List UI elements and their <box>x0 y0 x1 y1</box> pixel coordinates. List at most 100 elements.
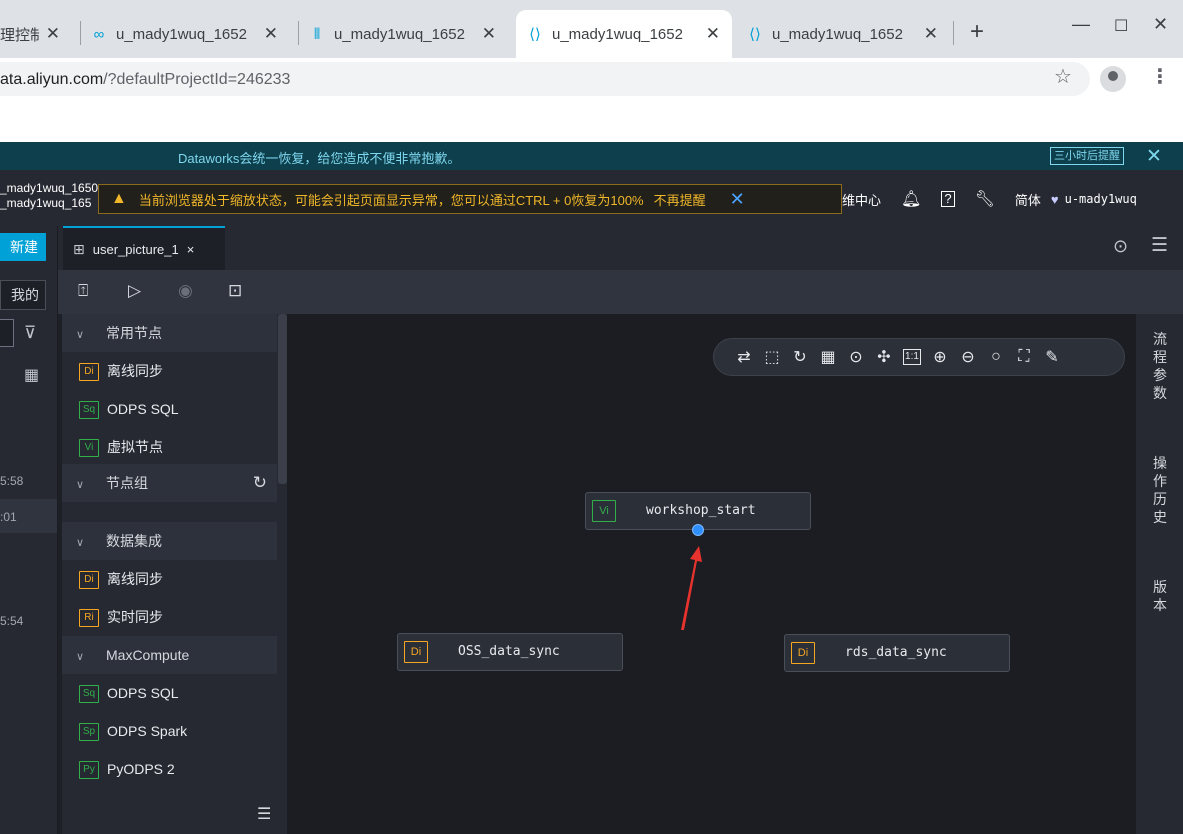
close-icon[interactable]: ✕ <box>482 24 496 44</box>
help-icon[interactable]: ? <box>941 191 955 207</box>
group-common-nodes[interactable]: ∨ 常用节点 <box>62 314 277 352</box>
url-host: ata.aliyun.com <box>0 71 104 88</box>
user-name[interactable]: u-mady1wuq <box>1065 192 1137 206</box>
browser-tab-1[interactable]: 理控制 ✕ <box>0 14 72 54</box>
workflow-toolbar: ⍐ ▷ ◉ ⊡ <box>58 270 1183 314</box>
language-switch[interactable]: 简体 <box>1015 190 1041 209</box>
item-label: 虚拟节点 <box>107 439 163 455</box>
refresh-icon[interactable]: ↻ <box>253 464 267 502</box>
remind-later-button[interactable]: 三小时后提醒 <box>1050 147 1124 165</box>
left-directory-strip: 新建 我的 ⊽ ▦ 5:58 :01 5:54 <box>0 226 58 834</box>
bars-icon: ⦀ <box>313 25 321 43</box>
list-item[interactable]: Di 离线同步 <box>62 560 277 598</box>
filter-icon[interactable]: ⊽ <box>24 323 36 343</box>
list-item[interactable]: Sq ODPS SQL <box>62 390 277 428</box>
list-item[interactable]: Ri 实时同步 <box>62 598 277 636</box>
project-name-line1: _mady1wuq_1650000 <box>0 181 98 196</box>
document-tab-bar: ⊞ user_picture_1 × ⊙ ☰ <box>58 226 1183 270</box>
browser-menu-icon[interactable]: ⋮ <box>1150 64 1170 89</box>
url-text[interactable]: ata.aliyun.com/?defaultProjectId=246233 <box>0 71 290 89</box>
list-item[interactable]: Sq ODPS SQL <box>62 674 277 712</box>
submit-icon[interactable]: ⍐ <box>78 281 88 301</box>
run-to-node-icon[interactable]: ⊡ <box>228 281 242 301</box>
group-node-groups[interactable]: ∨ 节点组 ↻ <box>62 464 277 502</box>
profile-avatar-icon[interactable] <box>1100 66 1126 92</box>
close-icon[interactable]: ✕ <box>706 24 720 44</box>
workflow-canvas[interactable]: ⇄ ⬚ ↻ ▦ ⊙ ✣ 1:1 ⊕ ⊖ ○ ⛶ ✎ Vi workshop_st… <box>287 314 1136 834</box>
list-item[interactable]: Py PyODPS 2 <box>62 750 277 788</box>
window-close-icon[interactable]: ✕ <box>1153 14 1168 35</box>
search-input[interactable] <box>0 319 14 347</box>
operation-history-tab[interactable]: 操作历史 <box>1150 454 1170 526</box>
item-label: 离线同步 <box>107 363 163 379</box>
stop-icon[interactable]: ◉ <box>178 281 193 301</box>
close-icon[interactable]: ✕ <box>924 24 938 44</box>
list-item-time: 5:54 <box>0 614 24 628</box>
browser-tab-3[interactable]: ⦀ u_mady1wuq_1652 ✕ <box>308 14 508 54</box>
notice-banner: Dataworks会统一恢复，给您造成不便非常抱歉。 三小时后提醒 ✕ <box>0 142 1183 170</box>
ri-icon: Ri <box>79 609 99 628</box>
group-label: 数据集成 <box>106 533 162 549</box>
browser-tab-strip: 理控制 ✕ ∞ u_mady1wuq_1652 ✕ ⦀ u_mady1wuq_1… <box>0 0 1183 62</box>
group-maxcompute[interactable]: ∨ MaxCompute <box>62 636 277 674</box>
item-label: ODPS SQL <box>107 401 179 417</box>
address-bar: ata.aliyun.com/?defaultProjectId=246233 … <box>0 58 1183 98</box>
chevron-down-icon: ∨ <box>76 651 85 663</box>
new-button[interactable]: 新建 <box>0 233 46 261</box>
wrench-icon[interactable]: 🔧︎ <box>975 189 995 209</box>
item-label: ODPS SQL <box>107 685 179 701</box>
menu-icon[interactable]: ☰ <box>1151 234 1168 257</box>
ops-center-link[interactable]: 维中心 <box>842 190 881 209</box>
tab-separator <box>953 21 954 45</box>
workflow-icon: ⊞ <box>73 240 85 257</box>
component-panel: ∨ 常用节点 Di 离线同步 Sq ODPS SQL Vi 虚拟节点 ∨ 节点组 ↻ ∨ 数据… <box>62 314 288 834</box>
list-item[interactable]: Vi 虚拟节点 <box>62 428 277 466</box>
mine-filter[interactable]: 我的 <box>0 280 46 310</box>
minimize-icon[interactable]: — <box>1072 14 1090 35</box>
warning-icon: ▲ <box>111 190 127 207</box>
group-label: 节点组 <box>106 475 148 491</box>
notice-text: Dataworks会统一恢复，给您造成不便非常抱歉。 <box>178 151 461 166</box>
list-item[interactable]: Sp ODPS Spark <box>62 712 277 750</box>
dont-remind-link[interactable]: 不再提醒 <box>654 190 706 209</box>
version-tab[interactable]: 版本 <box>1150 578 1170 614</box>
flow-params-tab[interactable]: 流程参数 <box>1150 330 1170 402</box>
grid-view-icon[interactable]: ▦ <box>24 365 39 385</box>
project-name-line2: _mady1wuq_165 <box>0 196 92 210</box>
tab-separator <box>298 21 299 45</box>
maximize-icon[interactable]: ☐ <box>1114 16 1128 36</box>
new-tab-button[interactable]: + <box>970 18 984 46</box>
panel-scrollbar[interactable] <box>278 314 287 484</box>
list-item-time: 5:58 <box>0 474 24 488</box>
browser-tab-2[interactable]: ∞ u_mady1wuq_1652 ✕ <box>90 14 290 54</box>
bookmark-star-icon[interactable]: ☆ <box>1054 64 1072 89</box>
pyodps-icon: Py <box>79 761 99 780</box>
collapse-panel-icon[interactable]: ☰ <box>257 804 271 824</box>
run-icon[interactable]: ▷ <box>128 281 141 301</box>
group-label: 常用节点 <box>106 325 162 341</box>
url-path: /?defaultProjectId=246233 <box>103 71 291 88</box>
omnibox[interactable]: ata.aliyun.com/?defaultProjectId=246233 <box>0 62 1090 96</box>
group-data-integration[interactable]: ∨ 数据集成 <box>62 522 277 560</box>
close-icon[interactable]: ✕ <box>1146 145 1162 168</box>
right-side-rail: 流程参数 操作历史 版本 <box>1136 314 1183 834</box>
browser-tab-4-active[interactable]: ⟨⟩ u_mady1wuq_1652 ✕ <box>516 10 732 58</box>
list-item[interactable]: Di 离线同步 <box>62 352 277 390</box>
zoom-warning-bar: ▲ 当前浏览器处于缩放状态，可能会引起页面显示异常，您可以通过CTRL + 0恢… <box>98 184 842 214</box>
browser-tab-title: u_mady1wuq_1652 <box>334 25 465 43</box>
chevron-down-circle-icon[interactable]: ⊙ <box>1113 236 1128 257</box>
di-icon: Di <box>79 363 99 382</box>
close-icon[interactable]: ✕ <box>264 24 278 44</box>
tab-title: user_picture_1 <box>92 241 179 257</box>
close-icon[interactable]: × <box>187 242 195 257</box>
rail-label: 流程参数 <box>1153 331 1167 401</box>
sql-icon: Sq <box>79 401 99 420</box>
browser-tab-5[interactable]: ⟨⟩ u_mady1wuq_1652 ✕ <box>746 14 950 54</box>
tab-user-picture[interactable]: ⊞ user_picture_1 × <box>63 226 225 270</box>
project-selector[interactable]: _mady1wuq_1650000 _mady1wuq_165 <box>0 181 98 211</box>
close-icon[interactable]: ✕ <box>730 189 745 210</box>
bell-icon[interactable]: 🔔︎ <box>901 189 921 209</box>
app-header: _mady1wuq_1650000 _mady1wuq_165 ▲ 当前浏览器处… <box>0 170 1183 226</box>
diamond-icon: ♥ <box>1050 191 1059 207</box>
close-icon[interactable]: ✕ <box>46 24 60 44</box>
